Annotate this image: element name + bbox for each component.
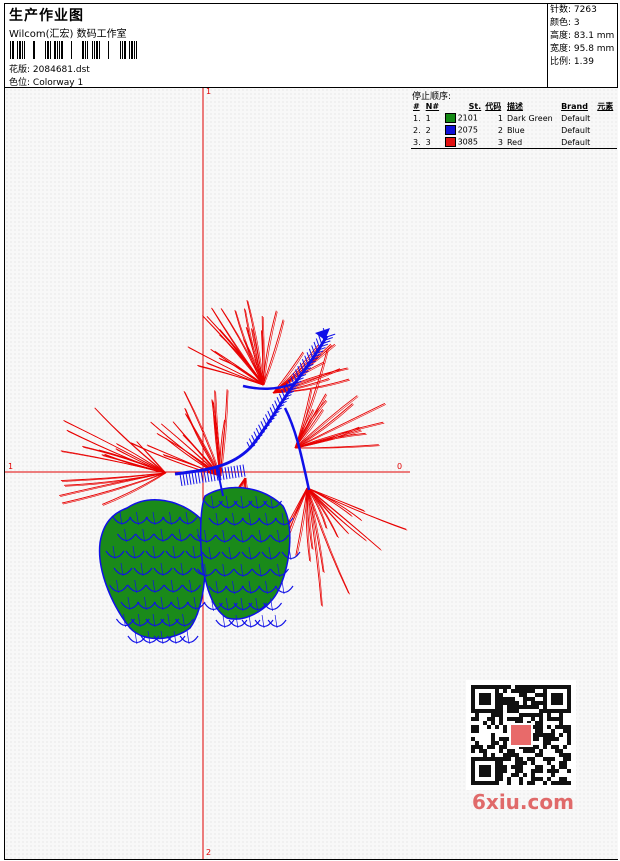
- row-index: 2.: [413, 125, 421, 135]
- color-swatch: [444, 125, 456, 135]
- row-brand: Default: [561, 113, 591, 123]
- row-description: Dark Green: [506, 113, 553, 123]
- thread-code: 2101: [457, 113, 478, 123]
- watermark-text: 6xiu.com: [472, 790, 574, 814]
- col-element: 元素: [597, 101, 614, 111]
- design-width: 宽度: 95.8 mm: [550, 44, 615, 54]
- axis-bottom-label: 2: [206, 848, 212, 857]
- row-brand: Default: [561, 125, 591, 135]
- row-number: 1: [425, 113, 431, 123]
- col-description: 描述: [506, 101, 523, 111]
- design-scale: 比例: 1.39: [550, 57, 594, 67]
- stop-sequence-table: # N# St. 代码 描述 Brand 元素 1. 1 2101 1 Dark…: [411, 100, 617, 149]
- stop-table-header: # N# St. 代码 描述 Brand 元素: [411, 100, 617, 112]
- axis-left-label: 1: [8, 462, 14, 471]
- colorway-label: 色位:: [9, 78, 31, 88]
- colorway-value: Colorway 1: [32, 78, 84, 88]
- col-index: #: [413, 101, 420, 111]
- axis-right-label: 0: [397, 462, 403, 471]
- worksheet-title: 生产作业图: [9, 8, 84, 24]
- table-row: 3. 3 3085 3 Red Default: [411, 136, 617, 149]
- row-code: 3: [497, 137, 503, 147]
- row-number: 3: [425, 137, 431, 147]
- color-swatch: [444, 113, 456, 123]
- design-value: 2084681.dst: [32, 65, 90, 75]
- qr-code: [466, 680, 576, 790]
- row-code: 2: [497, 125, 503, 135]
- row-index: 1.: [413, 113, 421, 123]
- table-row: 1. 1 2101 1 Dark Green Default: [411, 112, 617, 124]
- barcode: [10, 41, 137, 59]
- row-code: 1: [497, 113, 503, 123]
- row-thread: 2101: [443, 112, 484, 124]
- col-code: 代码: [485, 101, 502, 111]
- row-description: Red: [506, 137, 523, 147]
- design-stats: 针数: 7263 颜色: 3 高度: 83.1 mm 宽度: 95.8 mm 比…: [547, 4, 617, 87]
- row-number: 2: [425, 125, 431, 135]
- pine-cones: [98, 486, 301, 645]
- row-element: [595, 112, 617, 124]
- color-count: 颜色: 3: [550, 18, 580, 28]
- design-label: 花版:: [9, 65, 31, 75]
- col-number: N#: [425, 101, 440, 111]
- row-element: [595, 124, 617, 136]
- row-brand: Default: [561, 137, 591, 147]
- table-row: 2. 2 2075 2 Blue Default: [411, 124, 617, 136]
- design-preview-canvas: 1 1 0 2: [5, 88, 411, 859]
- row-index: 3.: [413, 137, 421, 147]
- design-file: 花版: 2084681.dst: [9, 62, 90, 75]
- company-name: Wilcom(汇宏) 数码工作室: [9, 29, 127, 40]
- colorway: 色位: Colorway 1: [9, 75, 83, 88]
- worksheet-header: 生产作业图 Wilcom(汇宏) 数码工作室 花版: 2084681.dst 色…: [4, 3, 618, 88]
- row-description: Blue: [506, 125, 525, 135]
- row-element: [595, 136, 617, 149]
- thread-code: 2075: [457, 125, 478, 135]
- production-worksheet: 生产作业图 Wilcom(汇宏) 数码工作室 花版: 2084681.dst 色…: [0, 0, 620, 861]
- col-stitch: St.: [468, 101, 482, 111]
- col-brand: Brand: [561, 101, 588, 111]
- row-thread: 2075: [443, 124, 484, 136]
- design-height: 高度: 83.1 mm: [550, 31, 615, 41]
- embroidery-preview: [5, 88, 410, 859]
- row-thread: 3085: [443, 136, 484, 149]
- thread-code: 3085: [457, 137, 478, 147]
- stitch-count: 针数: 7263: [550, 5, 597, 15]
- color-swatch: [444, 137, 456, 147]
- axis-top-label: 1: [206, 88, 212, 96]
